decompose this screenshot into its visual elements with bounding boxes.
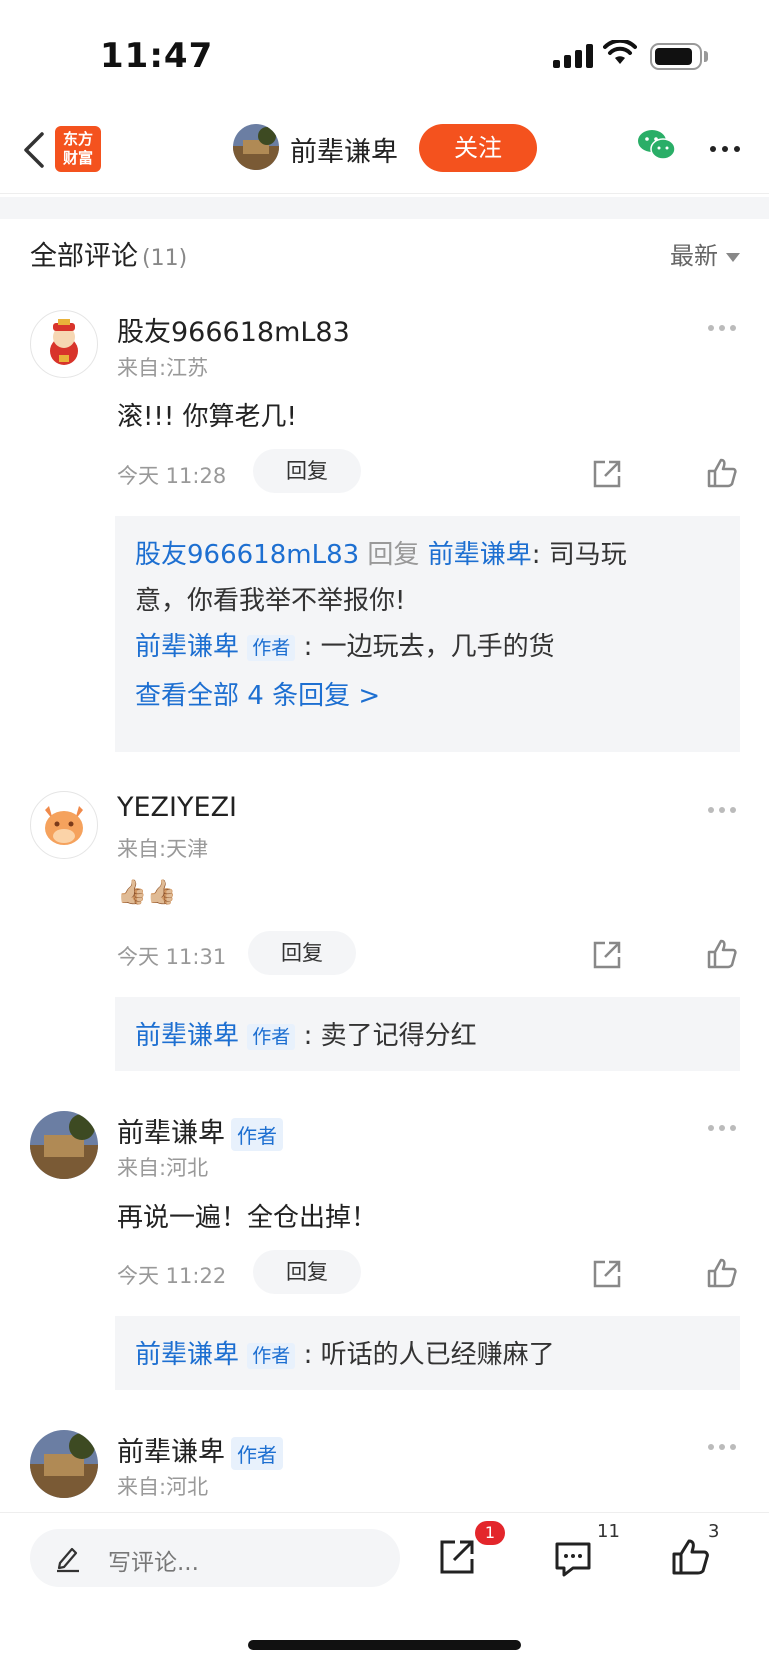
comments-count: (11) [142, 246, 188, 271]
reply-item[interactable]: 前辈谦卑 作者 : 听话的人已经赚麻了 [135, 1332, 720, 1378]
avatar[interactable] [30, 1111, 98, 1179]
comment-input[interactable]: 写评论... [30, 1529, 400, 1587]
comment-time: 今天 11:31 [117, 945, 227, 969]
reply-button[interactable]: 回复 [253, 449, 361, 493]
author-tag: 作者 [231, 1437, 283, 1470]
like-count: 3 [708, 1521, 720, 1542]
status-time: 11:47 [100, 36, 214, 76]
comment-location: 来自:江苏 [117, 356, 209, 380]
share-badge: 1 [475, 1521, 505, 1545]
chevron-down-icon [726, 252, 740, 262]
reply-list: 股友966618mL83 回复 前辈谦卑: 司马玩 意，你看我举不举报你! 前辈… [115, 516, 740, 752]
back-arrow-icon[interactable] [20, 130, 50, 170]
status-bar: 11:47 [0, 0, 769, 110]
more-options-icon[interactable] [708, 1125, 736, 1131]
wechat-icon[interactable] [637, 128, 677, 162]
comment-text: 再说一遍！全仓出掉！ [117, 1203, 378, 1233]
reply-button[interactable]: 回复 [248, 931, 356, 975]
like-icon[interactable] [706, 1257, 738, 1289]
author-tag: 作者 [247, 1023, 296, 1050]
author-tag: 作者 [231, 1118, 283, 1151]
comment-username[interactable]: YEZIYEZI [117, 792, 237, 823]
more-menu-icon[interactable] [710, 146, 740, 152]
reply-button[interactable]: 回复 [253, 1250, 361, 1294]
comment-icon[interactable] [553, 1539, 593, 1579]
reply-list: 前辈谦卑 作者 : 卖了记得分红 [115, 997, 740, 1071]
reply-item[interactable]: 前辈谦卑 作者 : 一边玩去，几手的货 [135, 624, 720, 670]
comment-username[interactable]: 股友966618mL83 [117, 310, 350, 349]
comment-time: 今天 11:22 [117, 1264, 227, 1288]
wifi-icon [603, 40, 637, 64]
avatar[interactable] [30, 1430, 98, 1498]
like-icon[interactable] [706, 938, 738, 970]
like-icon[interactable] [706, 457, 738, 489]
comment-text: 滚!!! 你算老几! [117, 402, 297, 432]
pencil-icon [57, 1547, 79, 1573]
author-avatar[interactable] [233, 124, 279, 170]
share-icon[interactable] [591, 1258, 623, 1290]
view-all-replies-link[interactable]: 查看全部 4 条回复 > [135, 670, 720, 722]
share-icon[interactable] [437, 1537, 477, 1577]
comment-location: 来自:河北 [117, 1475, 209, 1499]
more-options-icon[interactable] [708, 807, 736, 813]
like-icon[interactable] [670, 1537, 710, 1577]
comment-time: 今天 11:28 [117, 464, 227, 488]
signal-icon [553, 44, 593, 68]
home-indicator [248, 1640, 521, 1650]
author-tag: 作者 [247, 1342, 296, 1369]
sort-dropdown[interactable]: 最新 [670, 236, 740, 271]
share-icon[interactable] [591, 939, 623, 971]
comment-location: 来自:河北 [117, 1156, 209, 1180]
follow-button[interactable]: 关注 [419, 124, 537, 172]
comments-title: 全部评论 [30, 241, 138, 272]
app-logo[interactable]: 东方 财富 [55, 126, 101, 172]
more-options-icon[interactable] [708, 325, 736, 331]
reply-item[interactable]: 股友966618mL83 回复 前辈谦卑: 司马玩 [135, 532, 720, 578]
comment-text: 👍🏼👍🏼 [117, 878, 177, 906]
author-tag: 作者 [247, 634, 296, 661]
share-icon[interactable] [591, 458, 623, 490]
more-options-icon[interactable] [708, 1444, 736, 1450]
section-divider [0, 197, 769, 219]
reply-text-cont: 意，你看我举不举报你! [135, 586, 406, 616]
avatar[interactable] [30, 791, 98, 859]
comment-location: 来自:天津 [117, 837, 209, 861]
comment-placeholder: 写评论... [108, 1550, 199, 1576]
comment-username[interactable]: 前辈谦卑 作者 [117, 1430, 283, 1470]
reply-list: 前辈谦卑 作者 : 听话的人已经赚麻了 [115, 1316, 740, 1390]
battery-icon [650, 43, 702, 70]
comment-count: 11 [597, 1521, 620, 1542]
reply-item[interactable]: 前辈谦卑 作者 : 卖了记得分红 [135, 1013, 720, 1059]
avatar[interactable] [30, 310, 98, 378]
comments-header: 全部评论 (11) 最新 [30, 234, 740, 274]
comment-username[interactable]: 前辈谦卑 作者 [117, 1111, 283, 1151]
author-name[interactable]: 前辈谦卑 [290, 130, 398, 169]
nav-bar: 东方 财富 前辈谦卑 关注 [0, 110, 769, 194]
